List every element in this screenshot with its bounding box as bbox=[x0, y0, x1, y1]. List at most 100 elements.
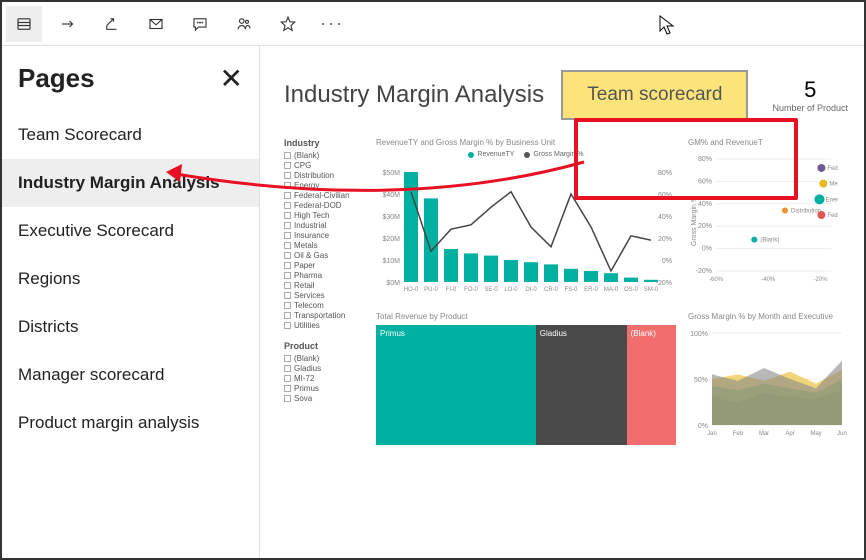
filter-item[interactable]: Oil & Gas bbox=[284, 251, 366, 260]
nav-industry-margin[interactable]: Industry Margin Analysis bbox=[2, 159, 259, 207]
svg-text:20%: 20% bbox=[698, 223, 712, 230]
svg-text:Mar: Mar bbox=[759, 431, 769, 437]
nav-team-scorecard[interactable]: Team Scorecard bbox=[2, 111, 259, 159]
toolbar: ··· bbox=[2, 2, 864, 46]
svg-text:MA-0: MA-0 bbox=[604, 287, 619, 293]
kpi-label: Number of Product bbox=[772, 103, 848, 113]
treemap-title: Total Revenue by Product bbox=[376, 312, 676, 321]
svg-text:CR-0: CR-0 bbox=[544, 287, 559, 293]
svg-text:(Blank): (Blank) bbox=[760, 238, 779, 244]
filter-item[interactable]: Primus bbox=[284, 384, 366, 393]
svg-text:Apr: Apr bbox=[785, 431, 794, 437]
share-icon[interactable] bbox=[94, 6, 130, 42]
filter-item[interactable]: Paper bbox=[284, 261, 366, 270]
svg-text:-40%: -40% bbox=[761, 277, 776, 283]
more-button[interactable]: ··· bbox=[314, 6, 350, 42]
svg-text:-20%: -20% bbox=[696, 268, 712, 275]
svg-text:DI-0: DI-0 bbox=[525, 287, 537, 293]
svg-text:0%: 0% bbox=[698, 423, 708, 430]
svg-text:$0M: $0M bbox=[386, 280, 400, 287]
svg-text:-60%: -60% bbox=[709, 277, 724, 283]
svg-text:FO-0: FO-0 bbox=[464, 287, 478, 293]
filter-item[interactable]: (Blank) bbox=[284, 354, 366, 363]
svg-text:-20%: -20% bbox=[656, 280, 672, 287]
svg-text:$10M: $10M bbox=[382, 258, 400, 265]
svg-text:Feb: Feb bbox=[733, 431, 744, 437]
nav-manager-scorecard[interactable]: Manager scorecard bbox=[2, 351, 259, 399]
filter-industry-title: Industry bbox=[284, 138, 366, 148]
kpi-card: 5 Number of Product bbox=[772, 77, 848, 113]
filter-item[interactable]: High Tech bbox=[284, 211, 366, 220]
svg-text:PU-0: PU-0 bbox=[424, 287, 438, 293]
kpi-value: 5 bbox=[772, 77, 848, 103]
filter-item[interactable]: Federal-Civilian bbox=[284, 191, 366, 200]
svg-text:-20%: -20% bbox=[814, 277, 829, 283]
svg-text:LO-0: LO-0 bbox=[504, 287, 518, 293]
svg-text:40%: 40% bbox=[698, 201, 712, 208]
filter-item[interactable]: Energy bbox=[284, 181, 366, 190]
nav-executive-scorecard[interactable]: Executive Scorecard bbox=[2, 207, 259, 255]
svg-text:SM-0: SM-0 bbox=[644, 287, 659, 293]
filter-item[interactable]: Sova bbox=[284, 394, 366, 403]
filter-item[interactable]: Transportation bbox=[284, 311, 366, 320]
filter-item[interactable]: Industrial bbox=[284, 221, 366, 230]
svg-text:OS-0: OS-0 bbox=[624, 287, 639, 293]
svg-text:Jan: Jan bbox=[707, 431, 717, 437]
filter-item[interactable]: Metals bbox=[284, 241, 366, 250]
filter-panel: Industry (Blank)CPGDistributionEnergyFed… bbox=[284, 138, 366, 455]
filter-item[interactable]: Retail bbox=[284, 281, 366, 290]
svg-text:Fed: Fed bbox=[827, 213, 837, 219]
export-icon[interactable] bbox=[50, 6, 86, 42]
filter-product-title: Product bbox=[284, 341, 366, 351]
close-icon[interactable]: ✕ bbox=[220, 62, 243, 95]
svg-text:$40M: $40M bbox=[382, 192, 400, 199]
filter-item[interactable]: Federal-DOD bbox=[284, 201, 366, 210]
filter-item[interactable]: (Blank) bbox=[284, 151, 366, 160]
filter-item[interactable]: Insurance bbox=[284, 231, 366, 240]
svg-text:Distribution: Distribution bbox=[791, 209, 821, 215]
filter-item[interactable]: Utilities bbox=[284, 321, 366, 330]
filter-item[interactable]: Pharma bbox=[284, 271, 366, 280]
treemap-chart[interactable]: Total Revenue by Product PrimusGladius(B… bbox=[376, 312, 676, 445]
treemap-block[interactable]: Gladius bbox=[536, 325, 627, 445]
svg-text:ER-0: ER-0 bbox=[584, 287, 598, 293]
filter-item[interactable]: Telecom bbox=[284, 301, 366, 310]
legend-revenue: RevenueTY bbox=[477, 151, 514, 158]
cursor-icon bbox=[658, 14, 676, 41]
nav-product-margin[interactable]: Product margin analysis bbox=[2, 399, 259, 447]
panel-toggle-button[interactable] bbox=[6, 6, 42, 42]
chat-icon[interactable] bbox=[182, 6, 218, 42]
svg-text:Ener: Ener bbox=[826, 197, 839, 203]
team-scorecard-button[interactable]: Team scorecard bbox=[561, 70, 748, 120]
svg-text:Fed: Fed bbox=[827, 166, 837, 172]
nav-regions[interactable]: Regions bbox=[2, 255, 259, 303]
teams-icon[interactable] bbox=[226, 6, 262, 42]
svg-text:FS-0: FS-0 bbox=[564, 287, 578, 293]
svg-text:0%: 0% bbox=[702, 246, 712, 253]
svg-text:Gross Margin %: Gross Margin % bbox=[691, 196, 698, 246]
mail-icon[interactable] bbox=[138, 6, 174, 42]
svg-text:$50M: $50M bbox=[382, 170, 400, 177]
filter-item[interactable]: MI-72 bbox=[284, 374, 366, 383]
filter-item[interactable]: Distribution bbox=[284, 171, 366, 180]
sidebar-title: Pages bbox=[18, 63, 95, 94]
filter-item[interactable]: Gladius bbox=[284, 364, 366, 373]
star-icon[interactable] bbox=[270, 6, 306, 42]
svg-text:100%: 100% bbox=[690, 331, 708, 338]
annotation-callout bbox=[574, 118, 798, 200]
nav-districts[interactable]: Districts bbox=[2, 303, 259, 351]
filter-item[interactable]: Services bbox=[284, 291, 366, 300]
filter-item[interactable]: CPG bbox=[284, 161, 366, 170]
svg-text:$20M: $20M bbox=[382, 236, 400, 243]
area-title: Gross Margin % by Month and Executive bbox=[688, 312, 848, 321]
svg-text:Jun: Jun bbox=[837, 431, 847, 437]
svg-text:0%: 0% bbox=[662, 258, 672, 265]
pages-sidebar: Pages ✕ Team Scorecard Industry Margin A… bbox=[2, 46, 260, 558]
svg-text:HO-0: HO-0 bbox=[404, 287, 419, 293]
area-chart[interactable]: Gross Margin % by Month and Executive 10… bbox=[688, 312, 848, 445]
page-title: Industry Margin Analysis bbox=[284, 81, 561, 109]
treemap-block[interactable]: Primus bbox=[376, 325, 536, 445]
treemap-block[interactable]: (Blank) bbox=[627, 325, 676, 445]
svg-text:SE-0: SE-0 bbox=[484, 287, 498, 293]
svg-text:20%: 20% bbox=[658, 236, 672, 243]
